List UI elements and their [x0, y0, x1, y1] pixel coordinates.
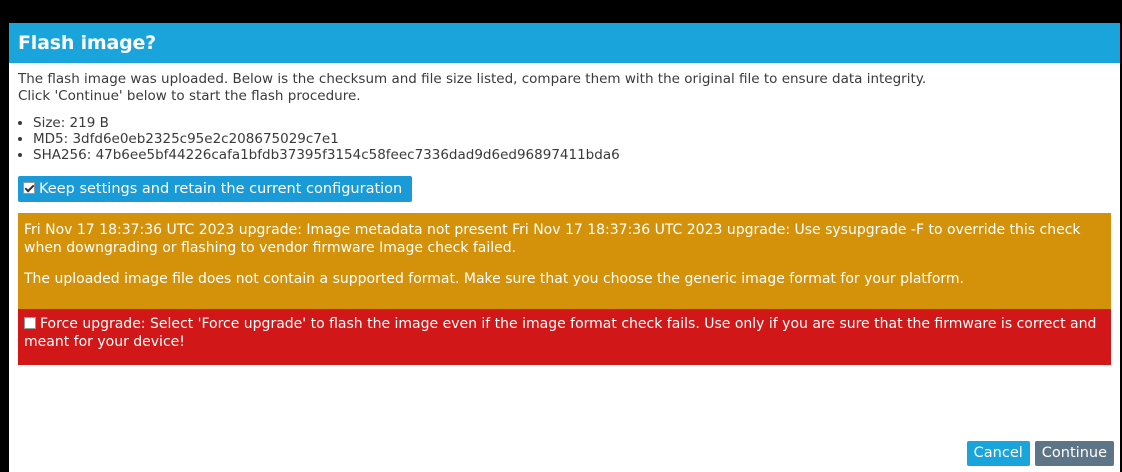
intro-line-2: Click 'Continue' below to start the flas…: [18, 88, 361, 104]
dialog-footer: Cancel Continue: [966, 441, 1114, 466]
keep-settings-toggle[interactable]: Keep settings and retain the current con…: [18, 176, 413, 202]
force-upgrade-checkbox[interactable]: [24, 317, 36, 329]
force-upgrade-label: Force upgrade: Select 'Force upgrade' to…: [24, 316, 1097, 350]
dialog-title: Flash image?: [9, 23, 1120, 63]
list-item-sha256: SHA256: 47b6ee5bf44226cafa1bfdb37395f315…: [33, 147, 1120, 163]
intro-text: The flash image was uploaded. Below is t…: [9, 63, 1120, 105]
keep-settings-checkbox[interactable]: [23, 182, 35, 194]
warning-line-2: The uploaded image file does not contain…: [24, 271, 965, 287]
warning-alert: Fri Nov 17 18:37:36 UTC 2023 upgrade: Im…: [18, 213, 1111, 309]
list-item-md5: MD5: 3dfd6e0eb2325c95e2c208675029c7e1: [33, 131, 1120, 147]
checksum-list: Size: 219 B MD5: 3dfd6e0eb2325c95e2c2086…: [9, 115, 1120, 163]
continue-button[interactable]: Continue: [1034, 441, 1114, 466]
list-item-size: Size: 219 B: [33, 115, 1120, 131]
cancel-button[interactable]: Cancel: [966, 441, 1030, 466]
flash-image-dialog: Flash image? The flash image was uploade…: [9, 23, 1120, 472]
force-upgrade-alert: Force upgrade: Select 'Force upgrade' to…: [18, 309, 1111, 365]
force-upgrade-toggle[interactable]: Force upgrade: Select 'Force upgrade' to…: [24, 316, 1096, 350]
warning-line-1: Fri Nov 17 18:37:36 UTC 2023 upgrade: Im…: [24, 222, 1081, 256]
keep-settings-label: Keep settings and retain the current con…: [39, 181, 403, 197]
intro-line-1: The flash image was uploaded. Below is t…: [18, 71, 927, 87]
